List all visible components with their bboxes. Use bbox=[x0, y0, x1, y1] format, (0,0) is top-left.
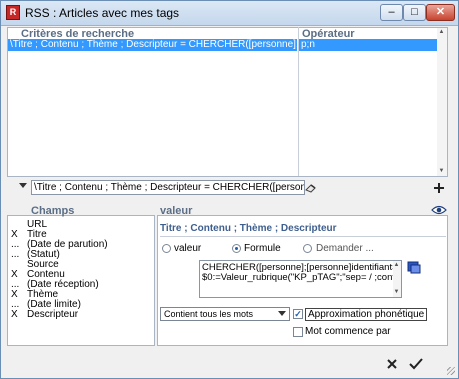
selected-field-title: Titre ; Contenu ; Thème ; Descripteur bbox=[160, 223, 337, 234]
match-mode-value: Contient tous les mots bbox=[164, 309, 254, 319]
match-mode-select[interactable]: Contient tous les mots bbox=[160, 307, 290, 321]
criteria-edit-field[interactable]: \Titre ; Contenu ; Thème ; Descripteur =… bbox=[31, 180, 305, 195]
scroll-up-icon[interactable]: ▲ bbox=[392, 261, 401, 270]
scroll-down-icon[interactable]: ▼ bbox=[392, 288, 401, 297]
chevron-down-icon bbox=[278, 311, 286, 316]
rss-app-icon: R bbox=[6, 5, 20, 20]
scroll-up-icon[interactable]: ▲ bbox=[437, 28, 446, 37]
formula-line-2: $0:=Valeur_rubrique("KP_pTAG";"sep= / ;c… bbox=[202, 272, 402, 283]
dropdown-arrow-icon[interactable] bbox=[19, 183, 27, 188]
radio-formule-label: Formule bbox=[244, 243, 281, 254]
starts-with-checkbox[interactable] bbox=[293, 327, 303, 337]
field-mark: X bbox=[11, 309, 18, 320]
formula-editor-icon[interactable] bbox=[407, 261, 421, 274]
radio-demander[interactable] bbox=[303, 244, 312, 253]
close-button[interactable]: ✕ bbox=[426, 4, 455, 21]
maximize-button[interactable]: □ bbox=[403, 4, 426, 21]
ok-icon[interactable] bbox=[409, 358, 423, 370]
radio-formule[interactable] bbox=[232, 244, 241, 253]
radio-demander-label: Demander ... bbox=[316, 243, 374, 254]
criteria-row-selected[interactable]: \Titre ; Contenu ; Thème ; Descripteur =… bbox=[8, 39, 297, 51]
field-label: Descripteur bbox=[27, 309, 79, 320]
radio-valeur[interactable] bbox=[162, 244, 171, 253]
cancel-icon[interactable] bbox=[386, 358, 398, 370]
add-icon[interactable] bbox=[433, 182, 445, 194]
minimize-button[interactable]: – bbox=[380, 4, 403, 21]
approx-phonetic-label: Approximation phonétique bbox=[305, 308, 428, 321]
operator-cell-selected[interactable]: p;n bbox=[299, 39, 437, 51]
formula-textarea[interactable]: CHERCHER([personne];[personne]identifian… bbox=[199, 260, 402, 298]
window-title: RSS : Articles avec mes tags bbox=[25, 6, 180, 20]
value-header: valeur bbox=[160, 205, 193, 217]
radio-valeur-label: valeur bbox=[174, 243, 202, 254]
eye-icon[interactable] bbox=[431, 205, 447, 215]
dialog-window: R RSS : Articles avec mes tags – □ ✕ Cri… bbox=[0, 0, 459, 379]
scroll-down-icon[interactable]: ▼ bbox=[437, 167, 446, 176]
formula-scrollbar[interactable]: ▲ ▼ bbox=[393, 261, 401, 297]
criteria-edit-row: \Titre ; Contenu ; Thème ; Descripteur =… bbox=[8, 179, 447, 197]
eraser-icon[interactable] bbox=[305, 183, 317, 193]
resize-grip-icon[interactable] bbox=[447, 367, 455, 375]
starts-with-label: Mot commence par bbox=[305, 326, 391, 337]
field-title-underline bbox=[160, 236, 446, 237]
fields-header: Champs bbox=[31, 205, 75, 217]
criteria-scrollbar[interactable]: ▲ ▼ bbox=[437, 28, 447, 176]
field-item-descripteur[interactable]: X Descripteur bbox=[11, 309, 78, 320]
approx-phonetic-checkbox[interactable]: ✓ bbox=[293, 309, 303, 319]
title-bar: R RSS : Articles avec mes tags – □ ✕ bbox=[1, 1, 458, 26]
